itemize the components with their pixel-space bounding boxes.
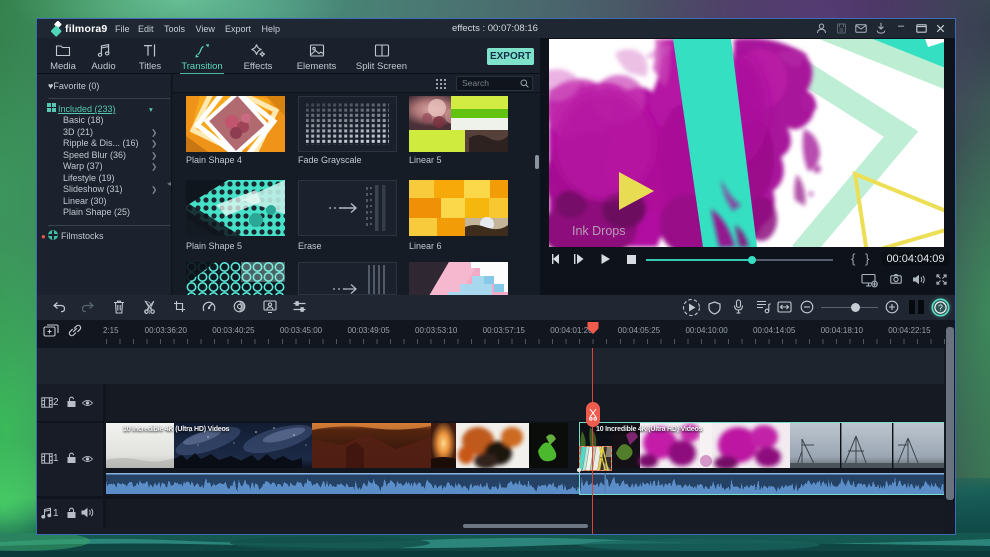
- svg-text:Ink Drops: Ink Drops: [572, 224, 626, 238]
- svg-text:?: ?: [938, 303, 943, 313]
